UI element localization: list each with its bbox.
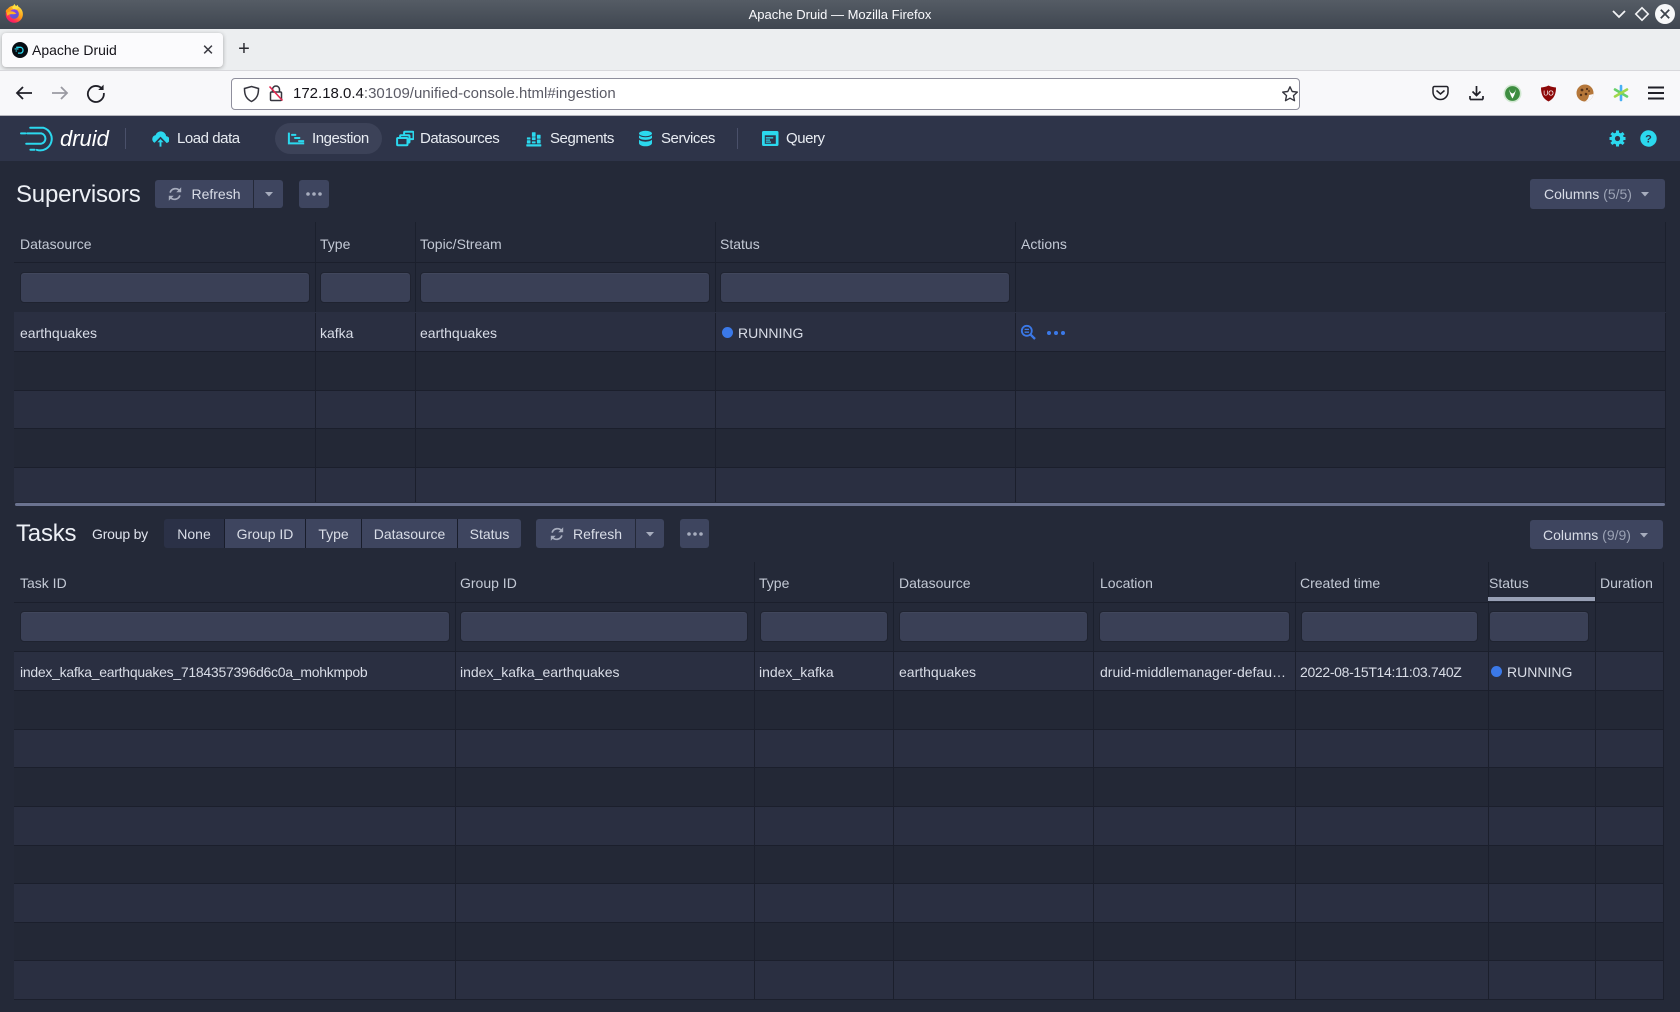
svg-text:UO: UO [1543,91,1554,98]
svg-text:?: ? [1645,133,1652,145]
